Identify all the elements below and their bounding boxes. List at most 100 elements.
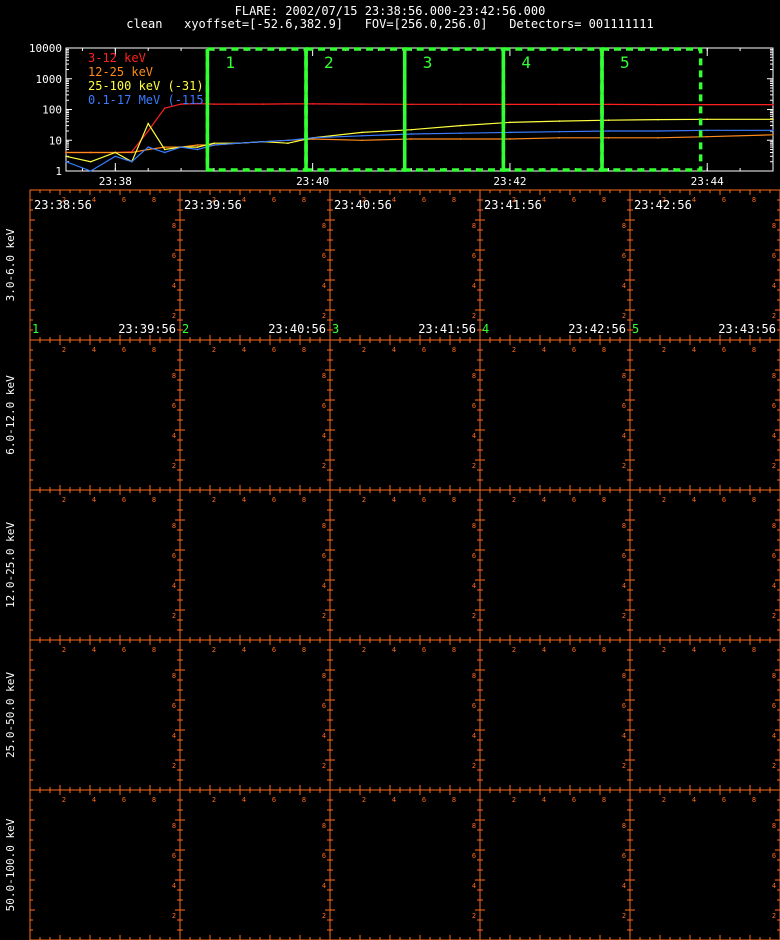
panel-x-tick-label: 2 bbox=[512, 496, 516, 504]
series-1-point bbox=[706, 103, 709, 106]
panel-y-tick-label: 2 bbox=[322, 312, 326, 320]
series-4-point bbox=[180, 146, 182, 148]
x-tick-label: 23:38 bbox=[99, 175, 132, 188]
panel-x-tick-label: 4 bbox=[392, 346, 396, 354]
panel-x-tick-label: 4 bbox=[542, 796, 546, 804]
panel-index: 1 bbox=[32, 322, 39, 336]
panel-x-tick-label: 2 bbox=[212, 646, 216, 654]
image-panel bbox=[479, 189, 631, 341]
panel-x-tick-label: 2 bbox=[62, 796, 66, 804]
image-panel bbox=[329, 489, 481, 641]
panel-y-tick-label: 8 bbox=[622, 372, 626, 380]
panel-x-tick-label: 4 bbox=[392, 196, 396, 204]
panel-x-tick-label: 8 bbox=[302, 646, 306, 654]
interval-label: 1 bbox=[225, 53, 235, 72]
panel-y-tick-label: 2 bbox=[772, 762, 776, 770]
panel-x-tick-label: 4 bbox=[242, 196, 246, 204]
row-energy-label: 25.0-50.0 keV bbox=[4, 672, 17, 758]
panel-x-tick-label: 6 bbox=[422, 196, 426, 204]
interval-box-2 bbox=[304, 47, 407, 172]
panel-x-tick-label: 4 bbox=[392, 646, 396, 654]
panel-y-tick-label: 6 bbox=[322, 852, 326, 860]
panel-y-tick-label: 6 bbox=[172, 702, 176, 710]
interval-box-3 bbox=[402, 47, 506, 172]
panel-y-tick-label: 4 bbox=[472, 882, 476, 890]
series-3-point bbox=[65, 155, 67, 158]
panel-x-tick-label: 6 bbox=[572, 646, 576, 654]
panel-x-tick-label: 2 bbox=[362, 346, 366, 354]
panel-y-tick-label: 6 bbox=[322, 402, 326, 410]
panel-y-tick-label: 4 bbox=[172, 732, 176, 740]
series-4-point bbox=[287, 139, 289, 142]
panel-y-tick-label: 4 bbox=[772, 582, 776, 590]
y-tick-label: 1000 bbox=[36, 73, 63, 86]
image-panel bbox=[629, 489, 780, 641]
panel-index: 3 bbox=[332, 322, 339, 336]
panel-x-tick-label: 2 bbox=[662, 796, 666, 804]
panel-y-tick-label: 4 bbox=[322, 432, 326, 440]
panel-y-tick-label: 2 bbox=[472, 612, 476, 620]
legend-entry: 0.1-17 MeV (-115) bbox=[88, 93, 211, 107]
panel-x-tick-label: 2 bbox=[512, 646, 516, 654]
panel-x-tick-label: 6 bbox=[722, 496, 726, 504]
panel-y-tick-label: 8 bbox=[622, 672, 626, 680]
series-2-point bbox=[772, 134, 774, 136]
panel-x-tick-label: 8 bbox=[602, 196, 606, 204]
panel-y-tick-label: 2 bbox=[172, 612, 176, 620]
panel-x-tick-label: 4 bbox=[92, 646, 96, 654]
series-4-point bbox=[163, 151, 166, 154]
panel-y-tick-label: 4 bbox=[322, 582, 326, 590]
panel-x-tick-label: 6 bbox=[722, 796, 726, 804]
series-4-point bbox=[706, 129, 709, 132]
series-3-point bbox=[607, 119, 610, 121]
panel-y-tick-label: 4 bbox=[622, 582, 626, 590]
panel-x-tick-label: 8 bbox=[152, 496, 156, 504]
panel-x-tick-label: 6 bbox=[422, 496, 426, 504]
panel-y-tick-label: 4 bbox=[172, 882, 176, 890]
panel-x-tick-label: 4 bbox=[92, 496, 96, 504]
image-panel bbox=[29, 789, 181, 940]
series-4-point bbox=[410, 133, 413, 135]
image-panel bbox=[329, 189, 481, 341]
panel-x-tick-label: 4 bbox=[692, 346, 696, 354]
panel-end-time: 23:39:56 bbox=[118, 322, 176, 336]
legend-entry: 25-100 keV (-31) bbox=[88, 79, 204, 93]
panel-x-tick-label: 2 bbox=[512, 346, 516, 354]
series-1-point bbox=[262, 103, 265, 105]
panel-x-tick-label: 4 bbox=[392, 796, 396, 804]
series-2-point bbox=[607, 137, 610, 139]
series-3-point bbox=[196, 146, 199, 148]
panel-x-tick-label: 2 bbox=[512, 796, 516, 804]
panel-y-tick-label: 8 bbox=[472, 372, 476, 380]
panel-x-tick-label: 6 bbox=[572, 196, 576, 204]
panel-x-tick-label: 4 bbox=[242, 346, 246, 354]
series-3-point bbox=[89, 160, 92, 163]
panel-x-tick-label: 4 bbox=[242, 496, 246, 504]
panel-y-tick-label: 2 bbox=[772, 462, 776, 470]
series-3-point bbox=[213, 142, 215, 145]
panel-x-tick-label: 6 bbox=[272, 796, 276, 804]
panel-x-tick-label: 8 bbox=[452, 646, 456, 654]
image-panel bbox=[29, 189, 181, 341]
panel-start-time: 23:40:56 bbox=[334, 198, 392, 212]
panel-y-tick-label: 4 bbox=[472, 282, 476, 290]
series-4-point bbox=[65, 160, 67, 163]
panel-y-tick-label: 8 bbox=[322, 372, 326, 380]
series-1-point bbox=[237, 103, 240, 105]
series-4-point bbox=[509, 131, 511, 134]
series-4-point bbox=[772, 129, 774, 132]
panel-x-tick-label: 2 bbox=[362, 496, 366, 504]
lightcurve-chart: 1 10 100 1000 10000 23:38 23:40 23:42 23:44 3-12 … bbox=[29, 42, 774, 188]
panel-y-tick-label: 6 bbox=[172, 852, 176, 860]
panel-y-tick-label: 8 bbox=[472, 222, 476, 230]
image-panel bbox=[329, 339, 481, 491]
series-3-point bbox=[772, 118, 774, 121]
image-panel-grid: 3.0-6.0 keV 2 2 4 4 6 6 8 8 23:38:56 23:39:56 1 2 2 4 4… bbox=[4, 189, 780, 940]
lightcurve-frame bbox=[65, 47, 774, 172]
series-1-point bbox=[509, 103, 511, 106]
panel-x-tick-label: 2 bbox=[212, 496, 216, 504]
series-4-point bbox=[147, 146, 150, 148]
panel-x-tick-label: 2 bbox=[62, 496, 66, 504]
series-1-point bbox=[213, 103, 215, 105]
series-4-point bbox=[607, 130, 610, 132]
